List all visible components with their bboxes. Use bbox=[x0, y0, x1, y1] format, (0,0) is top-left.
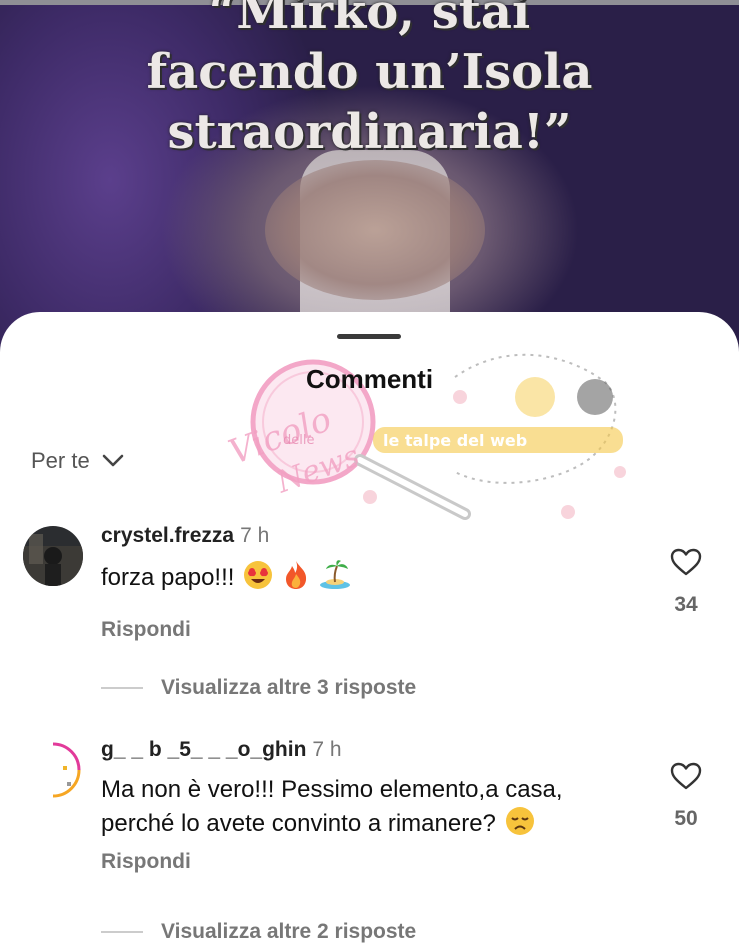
avatar[interactable] bbox=[23, 740, 83, 800]
comment-time: 7 h bbox=[240, 524, 270, 547]
svg-text:delle: delle bbox=[283, 433, 314, 448]
avatar[interactable] bbox=[23, 526, 83, 586]
like-count: 50 bbox=[674, 807, 698, 830]
sheet-drag-handle[interactable] bbox=[337, 334, 401, 339]
comment-time: 7 h bbox=[312, 738, 342, 761]
video-caption: “Mirko, stai facendo un’Isola straordina… bbox=[0, 0, 739, 162]
caption-line: straordinaria!” bbox=[167, 104, 572, 160]
chevron-down-icon bbox=[102, 454, 124, 467]
reply-thread-line bbox=[101, 931, 143, 933]
view-more-replies-label: Visualizza altre 2 risposte bbox=[161, 920, 417, 943]
reply-thread-line bbox=[101, 687, 143, 689]
like-count: 34 bbox=[674, 593, 698, 616]
sort-label: Per te bbox=[31, 448, 90, 473]
caption-line: “Mirko, stai bbox=[208, 0, 531, 40]
like-button[interactable]: 34 bbox=[664, 548, 708, 617]
heart-eyes-emoji-icon bbox=[244, 561, 273, 589]
video-figure-hands bbox=[265, 160, 485, 300]
comment-username[interactable]: g_ _ b _5_ _ _o_ghin bbox=[101, 738, 306, 761]
reply-button[interactable]: Rispondi bbox=[101, 850, 191, 874]
sheet-title: Commenti bbox=[305, 364, 434, 394]
like-button[interactable]: 50 bbox=[664, 762, 708, 831]
fire-emoji-icon bbox=[285, 561, 306, 589]
reply-button[interactable]: Rispondi bbox=[101, 618, 191, 642]
island-emoji-icon bbox=[320, 560, 351, 589]
comment-body: Ma non è vero!!! Pessimo elemento,a casa… bbox=[101, 774, 641, 840]
watermark-text-right: le talpe del web bbox=[383, 431, 527, 450]
comment-text: Ma non è vero!!! Pessimo elemento,a casa… bbox=[101, 776, 563, 837]
sort-dropdown[interactable]: Per te bbox=[31, 448, 124, 474]
view-more-replies-label: Visualizza altre 3 risposte bbox=[161, 676, 417, 699]
heart-icon bbox=[670, 548, 702, 576]
svg-text:News: News bbox=[271, 438, 364, 500]
comment-username[interactable]: crystel.frezza bbox=[101, 524, 234, 547]
heart-icon bbox=[670, 762, 702, 790]
watermark-text-left: Vicolo bbox=[224, 399, 337, 473]
comment-meta: crystel.frezza 7 h bbox=[101, 524, 269, 548]
disappointed-emoji-icon bbox=[505, 807, 534, 835]
comment-body: forza papo!!! bbox=[101, 560, 641, 594]
caption-line: facendo un’Isola bbox=[146, 44, 593, 100]
comment-text: forza papo!!! bbox=[101, 564, 235, 591]
view-more-replies[interactable]: Visualizza altre 2 risposte bbox=[101, 920, 416, 944]
view-more-replies[interactable]: Visualizza altre 3 risposte bbox=[101, 676, 416, 700]
comment-meta: g_ _ b _5_ _ _o_ghin 7 h bbox=[101, 738, 342, 762]
comments-sheet: Vicolo News delle le talpe del web Comme… bbox=[0, 312, 739, 952]
